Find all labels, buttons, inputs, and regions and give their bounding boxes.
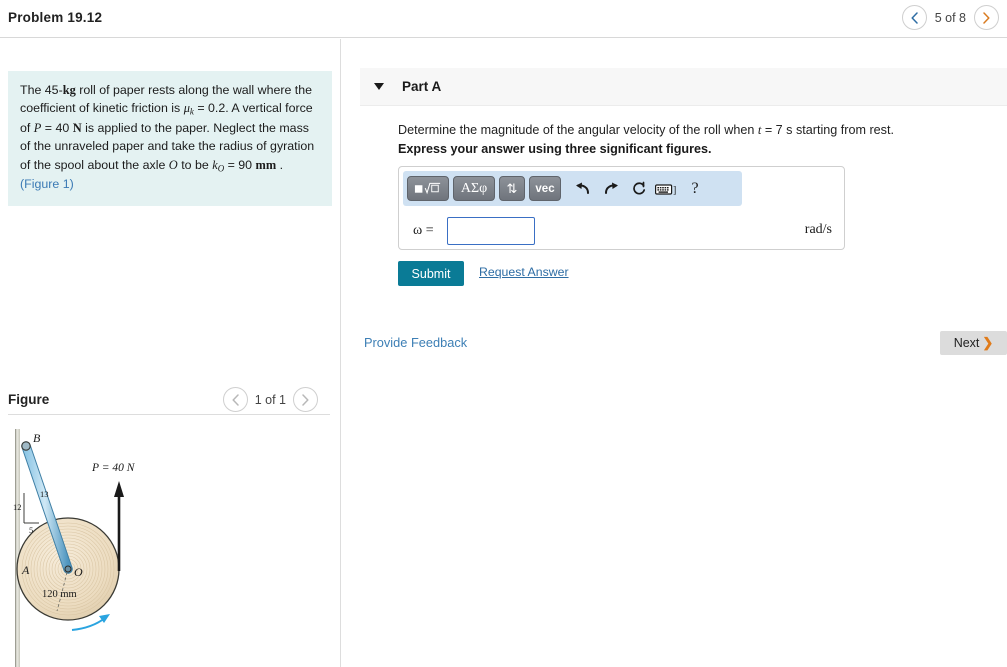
axle-O [64,565,72,573]
caret-down-icon[interactable] [374,83,384,90]
next-button-label: Next [953,336,980,350]
problem-page: Problem 19.12 5 of 8 The 45-kg roll of p… [0,0,1007,667]
statement-unit-kg: kg [62,83,76,97]
problem-pager-label: 5 of 8 [934,10,966,25]
triangle-label-5: 5 [29,525,33,535]
next-figure-button[interactable] [293,387,318,412]
answer-units: rad/s [804,222,832,237]
figure-panel-title: Figure [8,392,50,407]
math-toolbar: ΑΣφ ⇅ vec] ? [403,171,742,206]
chevron-left-icon [911,11,918,24]
statement-text-part-1: The 45- [20,83,63,97]
template-button[interactable] [407,176,449,201]
redo-icon[interactable] [599,177,623,201]
answer-entry-box: ΑΣφ ⇅ vec] ? ω = rad/s [398,166,845,250]
request-answer-link[interactable]: Request Answer [479,265,569,279]
problem-statement: The 45-kg roll of paper rests along the … [8,71,332,206]
answer-input[interactable] [447,217,535,245]
provide-feedback-link[interactable]: Provide Feedback [364,335,467,350]
statement-unit-N: N [72,121,82,136]
question-text-part-2: = 7 s starting from rest. [761,123,894,137]
keyboard-glyph-icon: ] [655,183,676,196]
undo-icon[interactable] [571,177,595,201]
keyboard-icon[interactable]: ] [655,177,679,201]
roll-of-paper-diagram: 12 13 5 B A O 120 mm P = 40 N [13,429,136,667]
help-icon[interactable]: ? [683,177,707,201]
page-title: Problem 19.12 [8,10,103,25]
vector-button[interactable]: vec [529,176,561,201]
statement-text-part-8: . [276,157,284,172]
right-panel: Part A Determine the magnitude of the an… [341,39,1007,667]
statement-text-part-6: to be [177,157,213,172]
next-button[interactable]: Next ❯ [940,331,1007,355]
force-arrow-head [114,481,124,497]
radius-label: 120 mm [42,589,77,600]
redo-arrow-icon [605,182,618,194]
triangle-label-13: 13 [40,489,49,499]
statement-unit-mm: mm [255,157,277,172]
point-label-B: B [33,431,41,445]
answer-input-row: ω = rad/s [399,212,846,250]
left-panel: The 45-kg roll of paper rests along the … [0,39,340,667]
top-header-bar: Problem 19.12 5 of 8 [0,0,1007,38]
triangle-label-12: 12 [13,502,22,512]
omega-label: ω = [413,223,434,238]
greek-symbols-button[interactable]: ΑΣφ [453,176,495,201]
point-label-A: A [21,563,30,577]
point-label-O: O [74,565,83,579]
statement-text-part-4: = 40 [41,121,73,136]
updown-arrows-button[interactable]: ⇅ [499,176,525,201]
chevron-right-icon [302,393,309,406]
chevron-left-icon [232,393,239,406]
part-a-header[interactable]: Part A [360,68,1007,106]
previous-figure-button[interactable] [222,387,248,412]
problem-pager: 5 of 8 [901,5,999,30]
figure-reference-link[interactable]: (Figure 1) [20,177,74,191]
previous-problem-button[interactable] [901,5,927,30]
question-text-part-1: Determine the magnitude of the angular v… [398,123,758,137]
figure-divider [8,414,330,415]
submit-button[interactable]: Submit [398,261,464,286]
figure-pager: 1 of 1 [222,387,318,412]
chevron-right-icon [983,11,990,24]
chevron-right-icon: ❯ [982,335,994,350]
statement-text-part-7: = 90 [224,157,256,172]
part-a-label: Part A [402,79,442,94]
figure-diagram[interactable]: 12 13 5 B A O 120 mm P = 40 N [0,421,340,667]
pin-joint-B [21,441,31,451]
reset-circular-arrow-icon [633,181,646,194]
figure-pager-label: 1 of 1 [254,392,286,407]
question-instruction: Express your answer using three signific… [398,142,712,156]
svg-text:]: ] [673,185,676,196]
undo-arrow-icon [576,182,589,194]
square-root-template-icon [414,182,441,195]
next-problem-button[interactable] [974,5,999,30]
statement-symbol-O: O [168,157,178,172]
reset-icon[interactable] [627,177,651,201]
question-text: Determine the magnitude of the angular v… [398,122,998,140]
force-label: P = 40 N [91,462,136,474]
